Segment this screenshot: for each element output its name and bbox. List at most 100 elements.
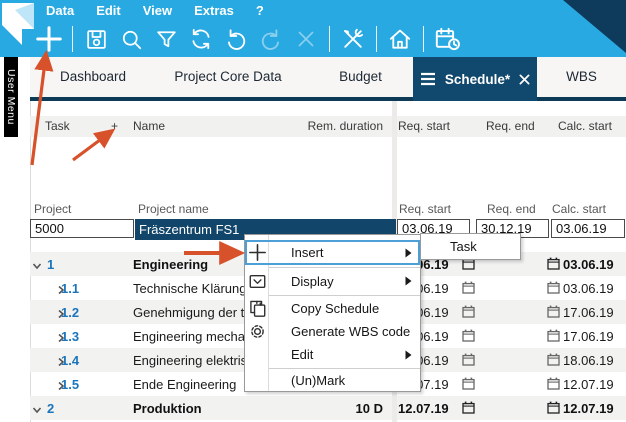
col-name[interactable]: Name bbox=[133, 119, 165, 133]
tab-project-core-data[interactable]: Project Core Data bbox=[148, 57, 308, 97]
task-calc-start[interactable]: 12.07.19 bbox=[563, 377, 614, 392]
project-req-start-header: Req. start bbox=[399, 202, 451, 216]
task-number[interactable]: 1.4 bbox=[61, 353, 79, 368]
copy-icon bbox=[248, 300, 266, 317]
tab-close-icon[interactable] bbox=[519, 74, 530, 85]
tab-menu-icon[interactable] bbox=[420, 72, 436, 86]
menu-item-label: (Un)Mark bbox=[291, 373, 345, 388]
task-calc-start[interactable]: 03.06.19 bbox=[563, 257, 614, 272]
calendar-icon[interactable] bbox=[547, 401, 560, 417]
calendar-icon[interactable] bbox=[462, 329, 475, 345]
tools-button[interactable] bbox=[338, 23, 368, 55]
menubar-item-edit[interactable]: Edit bbox=[96, 3, 121, 18]
toolbar-separator bbox=[329, 26, 330, 52]
plus-icon bbox=[248, 244, 266, 261]
col-req-start[interactable]: Req. start bbox=[398, 119, 450, 133]
calendar-icon[interactable] bbox=[462, 377, 475, 393]
menu-item-label: Insert bbox=[291, 245, 324, 260]
calendar-icon[interactable] bbox=[462, 353, 475, 369]
menu-item-display[interactable]: Display bbox=[245, 269, 420, 293]
menu-item-copy-schedule[interactable]: Copy Schedule bbox=[245, 297, 420, 320]
project-id-cell[interactable]: 5000 bbox=[30, 219, 134, 238]
refresh-icon bbox=[188, 26, 214, 52]
submenu-arrow-icon bbox=[405, 248, 412, 258]
top-toolbar: Data Edit View Extras? bbox=[0, 0, 626, 57]
calendar-icon[interactable] bbox=[462, 401, 475, 417]
task-number[interactable]: 1.3 bbox=[61, 329, 79, 344]
calendar-icon[interactable] bbox=[547, 305, 560, 321]
menubar-item-data[interactable]: Data bbox=[46, 3, 74, 18]
task-number[interactable]: 1.1 bbox=[61, 281, 79, 296]
calendar-icon[interactable] bbox=[462, 305, 475, 321]
search-button[interactable] bbox=[116, 23, 146, 55]
chevron-down-icon[interactable] bbox=[32, 259, 42, 274]
menu-item-label: Display bbox=[291, 274, 334, 289]
project-req-end-header: Req. end bbox=[487, 202, 536, 216]
submenu-arrow-icon bbox=[405, 350, 412, 360]
menubar-item-view[interactable]: View bbox=[143, 3, 172, 18]
tab-label: Schedule* bbox=[445, 72, 510, 87]
menu-item-un-mark[interactable]: (Un)Mark bbox=[245, 370, 420, 391]
user-menu-strip[interactable]: User Menu bbox=[4, 57, 18, 137]
menu-item-label: Edit bbox=[291, 347, 313, 362]
filter-button[interactable] bbox=[151, 23, 181, 55]
home-icon bbox=[387, 26, 413, 52]
menu-item-edit[interactable]: Edit bbox=[245, 343, 420, 366]
task-number[interactable]: 1.5 bbox=[61, 377, 79, 392]
calendar-icon[interactable] bbox=[547, 329, 560, 345]
task-calc-start[interactable]: 17.06.19 bbox=[563, 329, 614, 344]
col-req-end[interactable]: Req. end bbox=[486, 119, 535, 133]
submenu-item-task[interactable]: Task bbox=[450, 239, 477, 254]
menu-item-insert[interactable]: Insert bbox=[245, 240, 420, 265]
menubar: Data Edit View Extras? bbox=[46, 3, 264, 18]
task-calc-start[interactable]: 17.06.19 bbox=[563, 305, 614, 320]
app-logo-icon bbox=[0, 1, 36, 55]
task-name[interactable]: Produktion bbox=[133, 401, 278, 416]
col-calc-start[interactable]: Calc. start bbox=[558, 119, 612, 133]
task-number[interactable]: 2 bbox=[47, 401, 54, 416]
save-button[interactable] bbox=[81, 23, 111, 55]
search-icon bbox=[119, 27, 144, 52]
refresh-button[interactable] bbox=[186, 23, 216, 55]
task-row[interactable]: 2 Produktion10 D 12.07.19 12.07.19 bbox=[30, 396, 626, 420]
add-button[interactable] bbox=[34, 23, 64, 55]
project-name-col-header: Project name bbox=[138, 202, 209, 216]
menu-separator bbox=[269, 368, 420, 369]
task-calc-start[interactable]: 12.07.19 bbox=[563, 401, 614, 416]
task-number[interactable]: 1 bbox=[47, 257, 54, 272]
toolbar-separator bbox=[72, 26, 73, 52]
tab-wbs[interactable]: WBS bbox=[537, 57, 626, 97]
col-task[interactable]: Task bbox=[45, 119, 70, 133]
undo-button[interactable] bbox=[221, 23, 251, 55]
close-button bbox=[291, 23, 321, 55]
tools-icon bbox=[340, 26, 366, 52]
tab-schedule[interactable]: Schedule* bbox=[413, 57, 537, 101]
menu-item-generate-wbs-code[interactable]: Generate WBS code bbox=[245, 320, 420, 343]
task-number[interactable]: 1.2 bbox=[61, 305, 79, 320]
calendar-icon[interactable] bbox=[462, 281, 475, 297]
task-rem-duration[interactable]: 10 D bbox=[280, 401, 383, 416]
menubar-item-help[interactable]: ? bbox=[256, 3, 264, 18]
task-calc-start[interactable]: 18.06.19 bbox=[563, 353, 614, 368]
home-button[interactable] bbox=[385, 23, 415, 55]
redo-icon bbox=[258, 26, 284, 52]
task-req-start[interactable]: 12.07.19 bbox=[398, 401, 449, 416]
col-rem-duration[interactable]: Rem. duration bbox=[280, 119, 383, 133]
calendar-icon[interactable] bbox=[547, 353, 560, 369]
tab-dashboard[interactable]: Dashboard bbox=[38, 57, 148, 97]
menu-item-label: Copy Schedule bbox=[291, 301, 379, 316]
toolbar-separator bbox=[376, 26, 377, 52]
project-calc-start-cell[interactable]: 03.06.19 bbox=[551, 219, 625, 238]
calendar-button[interactable] bbox=[432, 23, 462, 55]
add-column-button[interactable]: + bbox=[111, 119, 118, 133]
menu-separator bbox=[269, 267, 420, 268]
chevron-down-icon[interactable] bbox=[32, 403, 42, 418]
menubar-item-extras[interactable]: Extras bbox=[194, 3, 234, 18]
calendar-icon[interactable] bbox=[547, 281, 560, 297]
task-calc-start[interactable]: 03.06.19 bbox=[563, 281, 614, 296]
dropdown-icon bbox=[248, 273, 266, 290]
calendar-icon[interactable] bbox=[547, 257, 560, 273]
tab-budget[interactable]: Budget bbox=[308, 57, 413, 97]
calendar-icon[interactable] bbox=[547, 377, 560, 393]
context-menu: Insert Display Copy Schedule Generate WBS c… bbox=[244, 234, 421, 392]
